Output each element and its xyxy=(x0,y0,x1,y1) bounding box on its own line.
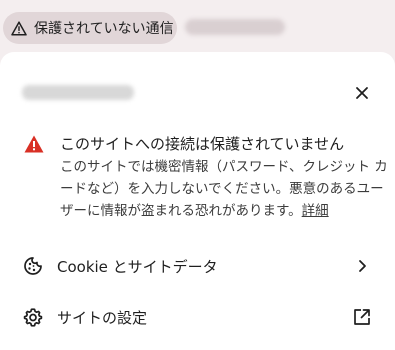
cookies-row-label: Cookie とサイトデータ xyxy=(57,257,218,276)
address-bar: 保護されていない通信 xyxy=(0,0,395,52)
url-text-blurred[interactable] xyxy=(185,19,285,35)
close-button[interactable] xyxy=(350,81,374,105)
warning-triangle-icon xyxy=(24,135,44,153)
warning-title: このサイトへの接続は保護されていません xyxy=(60,135,345,153)
site-hostname-blurred xyxy=(22,85,134,100)
warning-triangle-icon xyxy=(10,19,28,37)
site-info-popup: このサイトへの接続は保護されていません このサイトでは機密情報（パスワード、クレ… xyxy=(0,52,395,350)
site-settings-label: サイトの設定 xyxy=(57,308,148,327)
details-link[interactable]: 詳細 xyxy=(302,203,329,219)
security-chip-label: 保護されていない通信 xyxy=(34,21,174,37)
gear-icon xyxy=(23,307,43,327)
cookies-and-site-data-row[interactable]: Cookie とサイトデータ xyxy=(0,246,395,286)
site-settings-row[interactable]: サイトの設定 xyxy=(0,297,395,337)
cookie-icon xyxy=(23,256,43,276)
warning-body: このサイトでは機密情報（パスワード、クレジット カードなど）を入力しないでくださ… xyxy=(60,156,395,222)
open-in-new-icon xyxy=(352,307,372,327)
security-chip[interactable]: 保護されていない通信 xyxy=(3,12,177,44)
close-icon xyxy=(356,87,368,99)
warning-body-text: このサイトでは機密情報（パスワード、クレジット カードなど）を入力しないでくださ… xyxy=(60,159,388,219)
chevron-right-icon xyxy=(352,256,372,276)
